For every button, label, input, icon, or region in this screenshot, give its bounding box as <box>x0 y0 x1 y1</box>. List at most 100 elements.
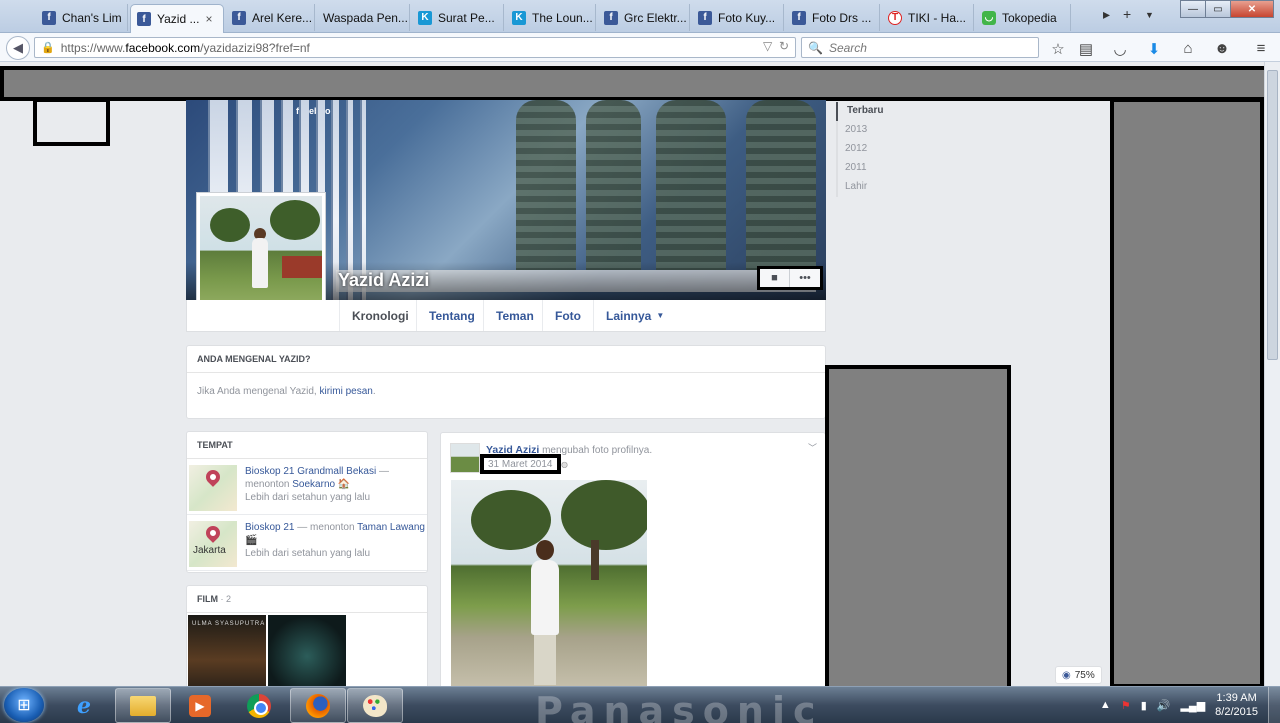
tab-label: Grc Elektr... <box>624 10 687 25</box>
browser-tab[interactable]: f Grc Elektr... <box>598 4 690 31</box>
know-card-header: ANDA MENGENAL YAZID? <box>187 346 825 373</box>
camera-button[interactable]: ■ <box>760 269 790 287</box>
tab-label: Chan's Lim <box>62 10 122 25</box>
place-map[interactable]: Jakarta <box>189 521 237 567</box>
tab-foto[interactable]: Foto <box>542 300 593 331</box>
tab-label: Yazid ... <box>157 12 200 26</box>
place-dash: — <box>376 466 389 477</box>
redacted-sidebar-ad <box>825 365 1011 686</box>
year-nav-item[interactable]: Terbaru <box>836 102 936 121</box>
place-link[interactable]: Bioskop 21 Grandmall Bekasi <box>245 466 376 477</box>
year-nav-item[interactable]: 2012 <box>838 140 936 159</box>
maximize-button[interactable]: ▭ <box>1205 0 1231 18</box>
close-window-button[interactable]: ✕ <box>1230 0 1274 18</box>
year-nav-item[interactable]: 2013 <box>838 121 936 140</box>
film-poster-text: ULMA SYASUPUTRA <box>192 621 266 627</box>
start-button[interactable]: ⊞ <box>4 688 44 722</box>
tab-scroll-right-icon[interactable]: ▸ <box>1103 6 1110 23</box>
media-player-icon: ▶ <box>189 694 211 717</box>
system-clock[interactable]: 1:39 AM 8/2/2015 <box>1215 691 1258 719</box>
know-card-body: Jika Anda mengenal Yazid, kirimi pesan. <box>187 373 825 410</box>
place-text: Bioskop 21 — menonton Taman Lawang 🎬 Lebi… <box>237 521 425 564</box>
minimize-button[interactable]: — <box>1180 0 1206 18</box>
tiki-favicon-icon: T <box>888 10 902 25</box>
search-input[interactable]: 🔍 Search <box>801 37 1039 58</box>
menu-icon[interactable]: ≡ <box>1252 40 1270 57</box>
tab-lainnya[interactable]: Lainnya ▼ <box>593 300 676 331</box>
home-icon[interactable]: ⌂ <box>1179 40 1197 57</box>
movie-link[interactable]: Soekarno <box>292 479 335 490</box>
browser-tab[interactable]: K Surat Pe... <box>412 4 504 31</box>
chat-icon[interactable]: ☻ <box>1213 40 1231 57</box>
scrollbar-thumb[interactable] <box>1267 70 1278 360</box>
places-card: TEMPAT Bioskop 21 Grandmall Bekasi — men… <box>186 431 428 573</box>
browser-tab[interactable]: T TIKI - Ha... <box>882 4 974 31</box>
vertical-scrollbar[interactable] <box>1264 62 1280 686</box>
taskbar-explorer[interactable] <box>115 688 171 723</box>
reload-icon[interactable]: ↻ <box>779 39 789 53</box>
download-icon[interactable]: ⬇ <box>1145 40 1163 58</box>
new-tab-button[interactable]: + <box>1123 6 1131 22</box>
caret-down-icon: ▼ <box>656 311 665 320</box>
windows-taskbar: Panasonic ⊞ e ▶ ▲ ⚑ ▮ 🔊 ▂▄▆ 1:39 AM 8/2/… <box>0 686 1280 723</box>
browser-tab[interactable]: f Foto Drs ... <box>786 4 880 31</box>
profile-name[interactable]: Yazid Azizi <box>338 270 429 291</box>
place-link[interactable]: Bioskop 21 <box>245 522 294 533</box>
network-icon[interactable]: ▂▄▆ <box>1180 699 1205 712</box>
action-center-icon[interactable]: ⚑ <box>1121 699 1131 712</box>
more-options-button[interactable]: ••• <box>790 269 820 287</box>
browser-nav-bar: ◀ 🔒 https://www. facebook.com/yazidazizi9… <box>0 33 1280 62</box>
taskbar-firefox[interactable] <box>290 688 346 723</box>
url-bar[interactable]: 🔒 https://www. facebook.com/yazidazizi98?… <box>34 37 796 58</box>
send-message-link[interactable]: kirimi pesan <box>320 386 373 397</box>
dropdown-icon[interactable]: ▽ <box>763 39 772 53</box>
browser-tab[interactable]: f Foto Kuy... <box>692 4 784 31</box>
browser-tab[interactable]: K The Loun... <box>506 4 596 31</box>
back-button[interactable]: ◀ <box>6 36 30 60</box>
post-avatar[interactable] <box>450 443 480 473</box>
taskbar-chrome[interactable] <box>231 688 287 723</box>
fb-favicon-icon: f <box>698 10 712 25</box>
film-poster[interactable]: ULMA SYASUPUTRA <box>188 615 266 686</box>
post-options-chevron-icon[interactable]: ﹀ <box>808 441 817 454</box>
browser-tab[interactable]: Waspada Pen... <box>317 4 410 31</box>
show-desktop-button[interactable] <box>1268 687 1280 723</box>
volume-icon[interactable]: 🔊 <box>1157 699 1171 712</box>
browser-tab[interactable]: ◡ Tokopedia <box>976 4 1071 31</box>
year-nav-item[interactable]: 2011 <box>838 159 936 178</box>
window-controls: — ▭ ✕ <box>1180 0 1274 18</box>
chrome-icon <box>247 693 271 718</box>
cover-action-buttons: ■ ••• <box>757 266 823 290</box>
post-header: Yazid Azizi mengubah foto profilnya. 31 … <box>441 433 825 477</box>
post-photo[interactable] <box>451 480 647 686</box>
taskbar-media-player[interactable]: ▶ <box>172 688 228 723</box>
tab-list-icon[interactable]: ▼ <box>1145 10 1154 20</box>
movie-link[interactable]: Taman Lawang <box>357 522 425 533</box>
reading-list-icon[interactable]: ▤ <box>1077 40 1095 58</box>
facebook-page: facebook Yazid Azizi ■ ••• KronologiTent… <box>0 62 1280 686</box>
show-hidden-icons[interactable]: ▲ <box>1100 699 1111 711</box>
place-item: Bioskop 21 Grandmall Bekasi — menonton S… <box>187 459 427 515</box>
taskbar-paint[interactable] <box>347 688 403 723</box>
map-pin-icon <box>203 523 223 543</box>
pocket-icon[interactable]: ◡ <box>1111 40 1129 58</box>
place-map[interactable] <box>189 465 237 511</box>
tab-label: Lainnya <box>606 308 652 323</box>
zoom-indicator[interactable]: ◉ 75% <box>1055 666 1102 684</box>
browser-tab[interactable]: f Arel Kere... <box>226 4 315 31</box>
post-timestamp[interactable]: 31 Maret 2014 <box>480 454 561 474</box>
power-icon[interactable]: ▮ <box>1141 699 1147 712</box>
browser-tab[interactable]: f Chan's Lim <box>36 4 128 31</box>
close-tab-icon[interactable]: × <box>205 12 212 26</box>
film-poster[interactable] <box>268 615 346 686</box>
tab-tentang[interactable]: Tentang <box>416 300 487 331</box>
browser-tab[interactable]: f Yazid ... × <box>130 4 224 33</box>
globe-icon: ◉ <box>1062 669 1071 681</box>
year-nav-item[interactable]: Lahir <box>838 178 936 197</box>
bookmark-star-icon[interactable]: ☆ <box>1049 40 1067 58</box>
map-pin-icon <box>203 467 223 487</box>
tab-kronologi[interactable]: Kronologi <box>339 300 421 331</box>
taskbar-ie[interactable]: e <box>56 688 112 723</box>
tab-teman[interactable]: Teman <box>483 300 546 331</box>
activity-emoji-icon: 🎬 <box>245 535 258 546</box>
